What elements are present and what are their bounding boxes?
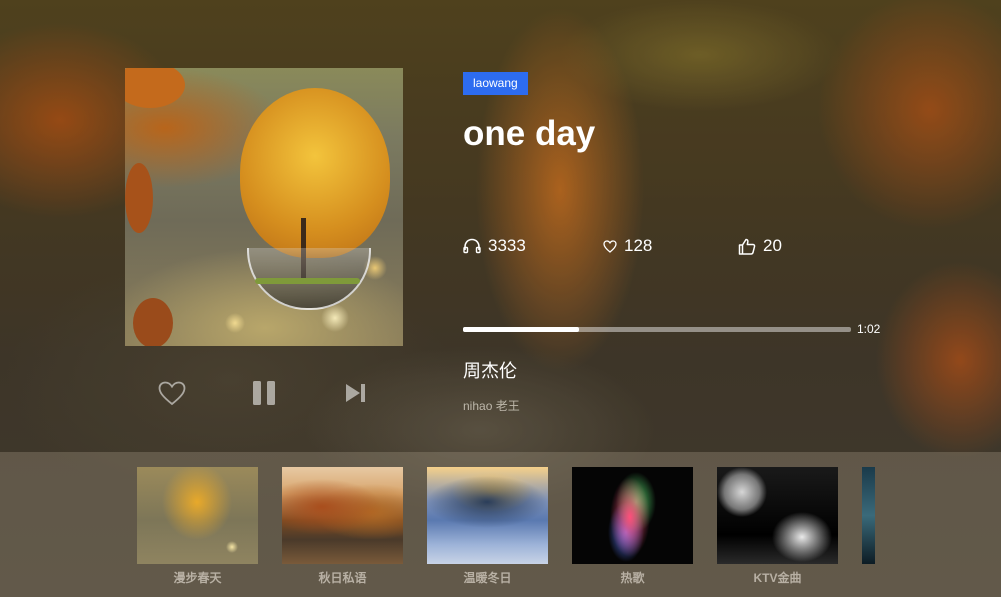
playlist-label[interactable]: KTV金曲 — [717, 571, 838, 586]
next-button[interactable] — [339, 372, 373, 414]
favorite-count: 128 — [603, 236, 652, 256]
thumbs-up-icon — [738, 238, 756, 255]
pause-icon — [253, 381, 275, 405]
playlist-thumbnail[interactable] — [427, 467, 548, 564]
playlist-thumbnail[interactable] — [282, 467, 403, 564]
playlist-thumbnail[interactable] — [717, 467, 838, 564]
playback-controls — [125, 372, 403, 414]
listen-count-value: 3333 — [488, 236, 526, 255]
playlist-label[interactable]: 温暖冬日 — [427, 571, 548, 586]
like-count: 20 — [738, 236, 782, 256]
playlist-thumbnail-partial[interactable] — [862, 467, 875, 564]
playlist-label[interactable]: 秋日私语 — [282, 571, 403, 586]
heart-icon — [158, 381, 186, 405]
progress-fill — [463, 327, 580, 332]
song-description: nihao 老王 — [463, 399, 520, 413]
playlist-label[interactable]: 漫步春天 — [137, 571, 258, 586]
heart-icon — [603, 239, 617, 253]
album-cover — [125, 68, 403, 346]
listen-count: 3333 — [463, 236, 526, 256]
uploader-tag[interactable]: laowang — [463, 72, 528, 95]
song-title: one day — [463, 114, 596, 153]
pause-button[interactable] — [247, 372, 281, 414]
playlist-thumbnail[interactable] — [572, 467, 693, 564]
skip-next-icon — [346, 384, 365, 402]
headphones-icon — [463, 238, 481, 254]
favorite-count-value: 128 — [624, 236, 653, 255]
elapsed-time: 1:02 — [857, 322, 881, 336]
like-count-value: 20 — [763, 236, 782, 255]
artist-name[interactable]: 周杰伦 — [463, 360, 517, 382]
playlist-label[interactable]: 热歌 — [572, 571, 693, 586]
playlist-thumbnail[interactable] — [137, 467, 258, 564]
favorite-button[interactable] — [155, 372, 189, 414]
progress-bar[interactable] — [463, 327, 851, 332]
